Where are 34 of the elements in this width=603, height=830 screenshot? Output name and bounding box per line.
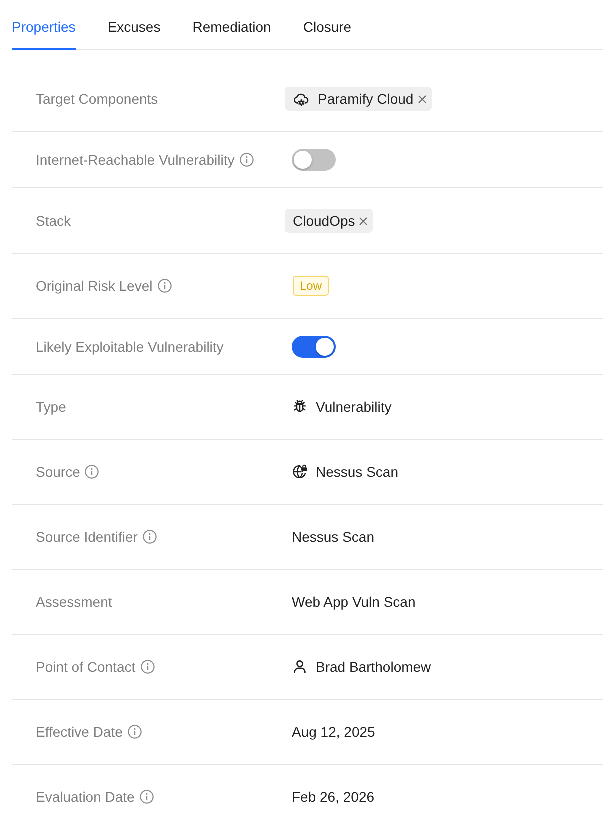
tab[interactable]: Properties xyxy=(12,0,76,50)
property-label: Effective Date xyxy=(36,723,123,742)
property-label: Source xyxy=(36,463,80,482)
globe-icon xyxy=(292,464,308,480)
property-value: Feb 26, 2026 xyxy=(292,788,375,807)
tab[interactable]: Excuses xyxy=(108,0,161,50)
property-label: Point of Contact xyxy=(36,658,136,677)
tag-label: CloudOps xyxy=(293,212,356,231)
property-value: Brad Bartholomew xyxy=(316,658,432,677)
risk-level-tag: Low xyxy=(293,276,330,296)
property-label: Stack xyxy=(36,212,72,231)
property-value: Web App Vuln Scan xyxy=(292,593,416,612)
property-label: Likely Exploitable Vulnerability xyxy=(36,338,224,357)
bug-icon xyxy=(292,399,308,415)
tag-label: Paramify Cloud xyxy=(318,90,414,109)
property-label: Type xyxy=(36,398,66,417)
property-value: Vulnerability xyxy=(316,398,392,417)
property-value: Nessus Scan xyxy=(292,528,374,547)
toggle-switch[interactable] xyxy=(292,336,336,358)
property-label: Assessment xyxy=(36,593,112,612)
property-label: Source Identifier xyxy=(36,528,138,547)
property-value: Aug 12, 2025 xyxy=(292,723,376,742)
property-label: Evaluation Date xyxy=(36,788,135,807)
property-label: Internet-Reachable Vulnerability xyxy=(36,151,235,170)
cloud-gear-icon xyxy=(293,91,309,107)
close-icon[interactable] xyxy=(359,216,368,226)
property-label: Target Components xyxy=(36,90,158,109)
person-icon xyxy=(292,659,308,675)
toggle-switch[interactable] xyxy=(292,149,336,171)
close-icon[interactable] xyxy=(418,94,427,104)
property-label: Original Risk Level xyxy=(36,277,153,296)
property-value: Nessus Scan xyxy=(316,463,398,482)
tab[interactable]: Closure xyxy=(303,0,352,50)
tab[interactable]: Remediation xyxy=(192,0,272,50)
